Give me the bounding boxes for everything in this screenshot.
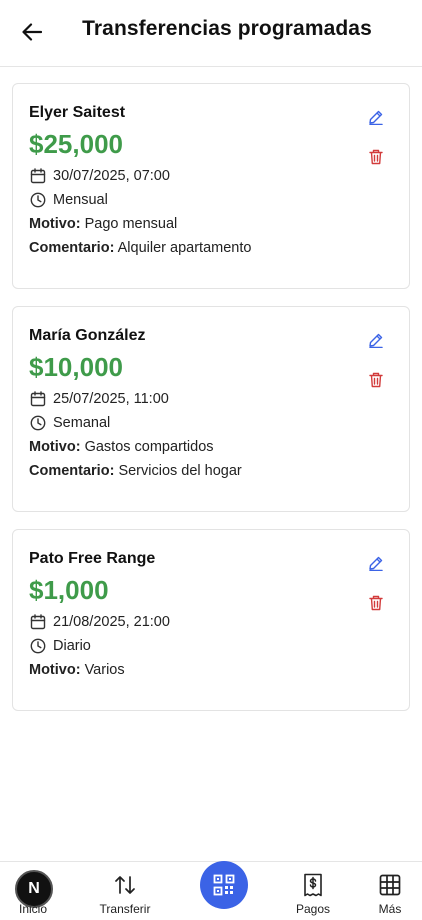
nav-home-label: Inicio — [19, 902, 48, 916]
transfer-card: Elyer Saitest $25,000 30/07/2025, 07:00 … — [12, 83, 410, 289]
motivo-label: Motivo: — [29, 662, 81, 678]
nav-home[interactable]: N Inicio — [0, 862, 70, 920]
page-title: Transferencias programadas — [82, 17, 372, 40]
edit-button[interactable] — [363, 550, 389, 576]
qr-code-icon — [213, 874, 235, 896]
comentario-row: Comentario: Alquiler apartamento — [29, 236, 393, 260]
bottom-nav: N Inicio Transferir Pagos Más — [0, 861, 422, 920]
motivo-row: Motivo: Gastos compartidos — [29, 435, 393, 459]
date-row: 25/07/2025, 11:00 — [29, 387, 393, 411]
motivo-label: Motivo: — [29, 216, 81, 232]
motivo-row: Motivo: Pago mensual — [29, 212, 393, 236]
recipient-name: Pato Free Range — [29, 550, 156, 567]
motivo-value: Varios — [84, 662, 125, 678]
delete-button[interactable] — [363, 590, 389, 616]
nav-more[interactable]: Más — [355, 862, 422, 920]
frequency-row: Semanal — [29, 411, 393, 435]
date-row: 21/08/2025, 21:00 — [29, 610, 393, 634]
calendar-icon — [29, 390, 47, 408]
transfer-frequency: Mensual — [53, 192, 108, 208]
clock-icon — [29, 191, 47, 209]
motivo-label: Motivo: — [29, 439, 81, 455]
top-bar: Transferencias programadas — [0, 0, 422, 67]
transfer-frequency: Semanal — [53, 415, 111, 431]
motivo-value: Gastos compartidos — [84, 439, 214, 455]
transfer-datetime: 21/08/2025, 21:00 — [53, 614, 170, 630]
transfer-frequency: Diario — [53, 638, 91, 654]
nav-transfer[interactable]: Transferir — [90, 862, 160, 920]
nav-pay-label: Pagos — [295, 902, 331, 916]
qr-scan-button[interactable] — [200, 861, 248, 909]
delete-button[interactable] — [363, 367, 389, 393]
calendar-icon — [29, 613, 47, 631]
comentario-value: Servicios del hogar — [118, 463, 242, 479]
date-row: 30/07/2025, 07:00 — [29, 164, 393, 188]
edit-button[interactable] — [363, 104, 389, 130]
motivo-row: Motivo: Varios — [29, 658, 393, 682]
pencil-icon — [369, 333, 383, 348]
clock-icon — [29, 414, 47, 432]
nav-transfer-label: Transferir — [99, 902, 151, 916]
clock-icon — [29, 637, 47, 655]
recipient-name: María González — [29, 327, 146, 344]
nav-pay[interactable]: Pagos — [278, 862, 348, 920]
scheduled-transfers-list: Elyer Saitest $25,000 30/07/2025, 07:00 … — [12, 83, 410, 728]
app-screen: Transferencias programadas Elyer Saitest… — [0, 0, 422, 920]
comentario-row: Comentario: Servicios del hogar — [29, 459, 393, 483]
trash-icon — [369, 372, 383, 388]
trash-icon — [369, 595, 383, 611]
grid-icon — [379, 873, 401, 897]
comentario-label: Comentario: — [29, 463, 115, 479]
motivo-value: Pago mensual — [84, 216, 178, 232]
delete-button[interactable] — [363, 144, 389, 170]
frequency-row: Diario — [29, 634, 393, 658]
pencil-icon — [369, 110, 383, 125]
transfer-amount: $1,000 — [29, 575, 109, 605]
frequency-row: Mensual — [29, 188, 393, 212]
receipt-dollar-icon — [303, 873, 323, 897]
recipient-name: Elyer Saitest — [29, 104, 126, 121]
transfer-datetime: 30/07/2025, 07:00 — [53, 168, 170, 184]
trash-icon — [369, 149, 383, 165]
transfer-amount: $25,000 — [29, 129, 123, 159]
transfer-card: María González $10,000 25/07/2025, 11:00… — [12, 306, 410, 512]
transfer-card: Pato Free Range $1,000 21/08/2025, 21:00… — [12, 529, 410, 711]
transfer-amount: $10,000 — [29, 352, 123, 382]
nav-more-label: Más — [378, 902, 402, 916]
transfer-datetime: 25/07/2025, 11:00 — [53, 391, 169, 407]
pencil-icon — [369, 556, 383, 571]
comentario-value: Alquiler apartamento — [117, 240, 252, 256]
comentario-label: Comentario: — [29, 240, 115, 256]
calendar-icon — [29, 167, 47, 185]
arrows-up-down-icon — [114, 873, 136, 897]
edit-button[interactable] — [363, 327, 389, 353]
